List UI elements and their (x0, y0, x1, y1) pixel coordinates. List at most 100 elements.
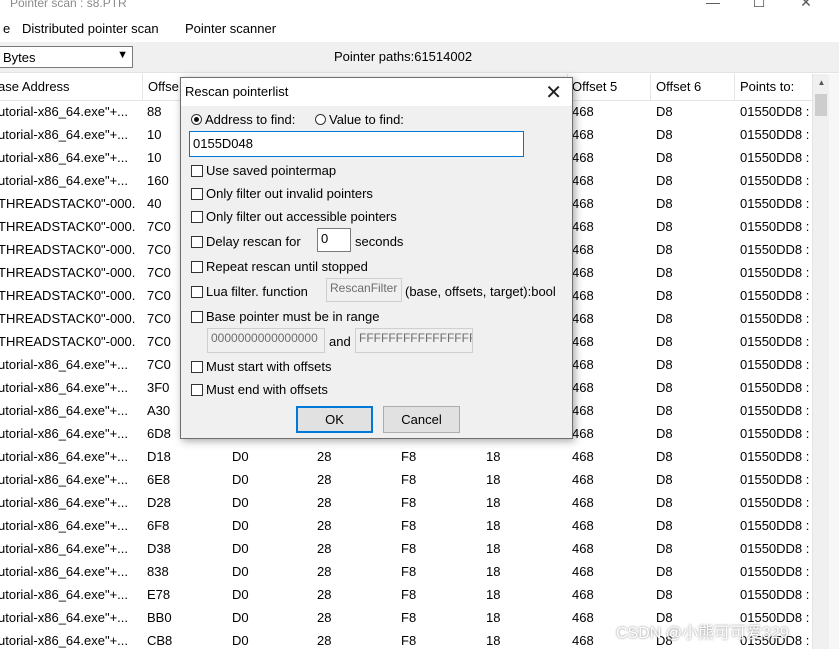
cell-offset-6: D8 (656, 173, 673, 188)
only-invalid-checkbox[interactable]: Only filter out invalid pointers (191, 186, 373, 201)
cell-offset-1: D0 (232, 610, 249, 625)
column-offset-6[interactable]: Offset 6 (656, 79, 701, 94)
address-to-find-radio[interactable]: Address to find: (191, 112, 295, 127)
minimize-button[interactable]: — (690, 0, 736, 10)
checkbox-icon (191, 310, 203, 323)
table-row[interactable]: utorial-x86_64.exe"+... D38 D0 28 F8 18 468 D8 0… (0, 538, 812, 561)
cell-base-address: utorial-x86_64.exe"+... (0, 564, 128, 579)
cell-offset-5: 468 (572, 426, 594, 441)
checkbox-icon (191, 164, 203, 177)
must-start-offsets-checkbox[interactable]: Must start with offsets (191, 359, 331, 374)
cell-offset-5: 468 (572, 472, 594, 487)
cell-base-address: utorial-x86_64.exe"+... (0, 472, 128, 487)
base-pointer-range-checkbox[interactable]: Base pointer must be in range (191, 309, 379, 324)
column-base-address[interactable]: ase Address (0, 79, 70, 94)
dialog-close-icon[interactable]: ✕ (545, 80, 562, 105)
cell-offset-6: D8 (656, 265, 673, 280)
table-row[interactable]: utorial-x86_64.exe"+... 838 D0 28 F8 18 468 D8 0… (0, 561, 812, 584)
cell-offset-1: D0 (232, 495, 249, 510)
value-type-dropdown[interactable]: Bytes ▼ (0, 46, 133, 68)
cell-points-to: 01550DD8 : (740, 564, 810, 579)
cell-offset-5: 468 (572, 311, 594, 326)
maximize-button[interactable]: ☐ (736, 0, 782, 11)
cell-offset-6: D8 (656, 311, 673, 326)
radio-unselected-icon (315, 114, 326, 125)
cell-base-address: utorial-x86_64.exe"+... (0, 587, 128, 602)
vertical-scrollbar[interactable]: ▲ (812, 74, 830, 649)
range-from-input[interactable]: 0000000000000000 (207, 328, 325, 353)
cell-offset-5: 468 (572, 564, 594, 579)
menu-pointer-scanner[interactable]: Pointer scanner (185, 21, 276, 36)
cell-offset-1: D0 (232, 564, 249, 579)
cell-points-to: 01550DD8 : (740, 403, 810, 418)
scroll-up-arrow-icon[interactable]: ▲ (813, 74, 830, 91)
repeat-rescan-checkbox[interactable]: Repeat rescan until stopped (191, 259, 368, 274)
cell-offset-5: 468 (572, 449, 594, 464)
table-row[interactable]: utorial-x86_64.exe"+... D28 D0 28 F8 18 468 D8 0… (0, 492, 812, 515)
cell-points-to: 01550DD8 : (740, 472, 810, 487)
cell-offset-2: 28 (317, 518, 332, 533)
table-row[interactable]: utorial-x86_64.exe"+... E78 D0 28 F8 18 468 D8 0… (0, 584, 812, 607)
menu-distributed-pointer-scan[interactable]: Distributed pointer scan (22, 21, 159, 36)
range-to-input[interactable]: FFFFFFFFFFFFFFFF (355, 328, 473, 353)
cell-base-address: utorial-x86_64.exe"+... (0, 150, 128, 165)
delay-rescan-checkbox[interactable]: Delay rescan for (191, 234, 301, 249)
cancel-button[interactable]: Cancel (383, 406, 460, 433)
cell-base-address: utorial-x86_64.exe"+... (0, 541, 128, 556)
table-row[interactable]: utorial-x86_64.exe"+... 6F8 D0 28 F8 18 468 D8 0… (0, 515, 812, 538)
range-and-label: and (329, 334, 351, 349)
cell-offset-3: F8 (401, 495, 417, 510)
cell-offset-5: 468 (572, 587, 594, 602)
lua-filter-checkbox[interactable]: Lua filter. function (191, 284, 308, 299)
cell-base-address: utorial-x86_64.exe"+... (0, 403, 128, 418)
must-end-offsets-checkbox[interactable]: Must end with offsets (191, 382, 328, 397)
cell-base-address: utorial-x86_64.exe"+... (0, 127, 128, 142)
value-type-selected: Bytes (3, 50, 36, 65)
only-accessible-checkbox[interactable]: Only filter out accessible pointers (191, 209, 397, 224)
delay-seconds-input[interactable]: 0 (317, 228, 351, 252)
cell-offset-6: D8 (656, 449, 673, 464)
cell-offset-2: 28 (317, 495, 332, 510)
lua-function-input[interactable]: RescanFilter (326, 278, 402, 302)
cell-base-address: utorial-x86_64.exe"+... (0, 173, 128, 188)
cell-offset-6: D8 (656, 472, 673, 487)
cell-offset-5: 468 (572, 357, 594, 372)
close-window-button[interactable]: ✕ (783, 0, 829, 11)
cell-offset-0: BB0 (147, 610, 172, 625)
cell-offset-0: CB8 (147, 633, 173, 648)
cell-offset-5: 468 (572, 288, 594, 303)
cell-offset-4: 18 (486, 495, 501, 510)
cell-points-to: 01550DD8 : (740, 380, 810, 395)
scrollbar-thumb[interactable] (815, 94, 827, 116)
cell-offset-5: 468 (572, 219, 594, 234)
value-to-find-radio[interactable]: Value to find: (315, 112, 404, 127)
cell-base-address: utorial-x86_64.exe"+... (0, 518, 128, 533)
table-row[interactable]: utorial-x86_64.exe"+... D18 D0 28 F8 18 468 D8 0… (0, 446, 812, 469)
column-points-to[interactable]: Points to: (740, 79, 794, 94)
column-offset-5[interactable]: Offset 5 (572, 79, 617, 94)
column-offset-0[interactable]: Offse (148, 79, 179, 94)
cell-points-to: 01550DD8 : (740, 449, 810, 464)
cell-offset-3: F8 (401, 449, 417, 464)
ok-button[interactable]: OK (296, 406, 373, 433)
cell-offset-1: D0 (232, 449, 249, 464)
address-input[interactable]: 0155D048 (189, 131, 524, 157)
cell-offset-1: D0 (232, 633, 249, 648)
cell-offset-4: 18 (486, 564, 501, 579)
cell-offset-5: 468 (572, 104, 594, 119)
cell-offset-5: 468 (572, 541, 594, 556)
cell-offset-1: D0 (232, 518, 249, 533)
watermark-text: CSDN @小熊可可爱329 (616, 625, 789, 642)
cell-base-address: utorial-x86_64.exe"+... (0, 449, 128, 464)
cell-offset-6: D8 (656, 242, 673, 257)
rescan-dialog: Rescan pointerlist ✕ Address to find: Va… (180, 77, 573, 439)
use-saved-pointermap-checkbox[interactable]: Use saved pointermap (191, 163, 336, 178)
cell-offset-6: D8 (656, 150, 673, 165)
menu-file[interactable]: e (3, 21, 10, 36)
cell-offset-6: D8 (656, 104, 673, 119)
cell-offset-3: F8 (401, 518, 417, 533)
table-row[interactable]: utorial-x86_64.exe"+... 6E8 D0 28 F8 18 468 D8 0… (0, 469, 812, 492)
cell-offset-5: 468 (572, 127, 594, 142)
cell-offset-6: D8 (656, 495, 673, 510)
radio-selected-icon (191, 114, 202, 125)
